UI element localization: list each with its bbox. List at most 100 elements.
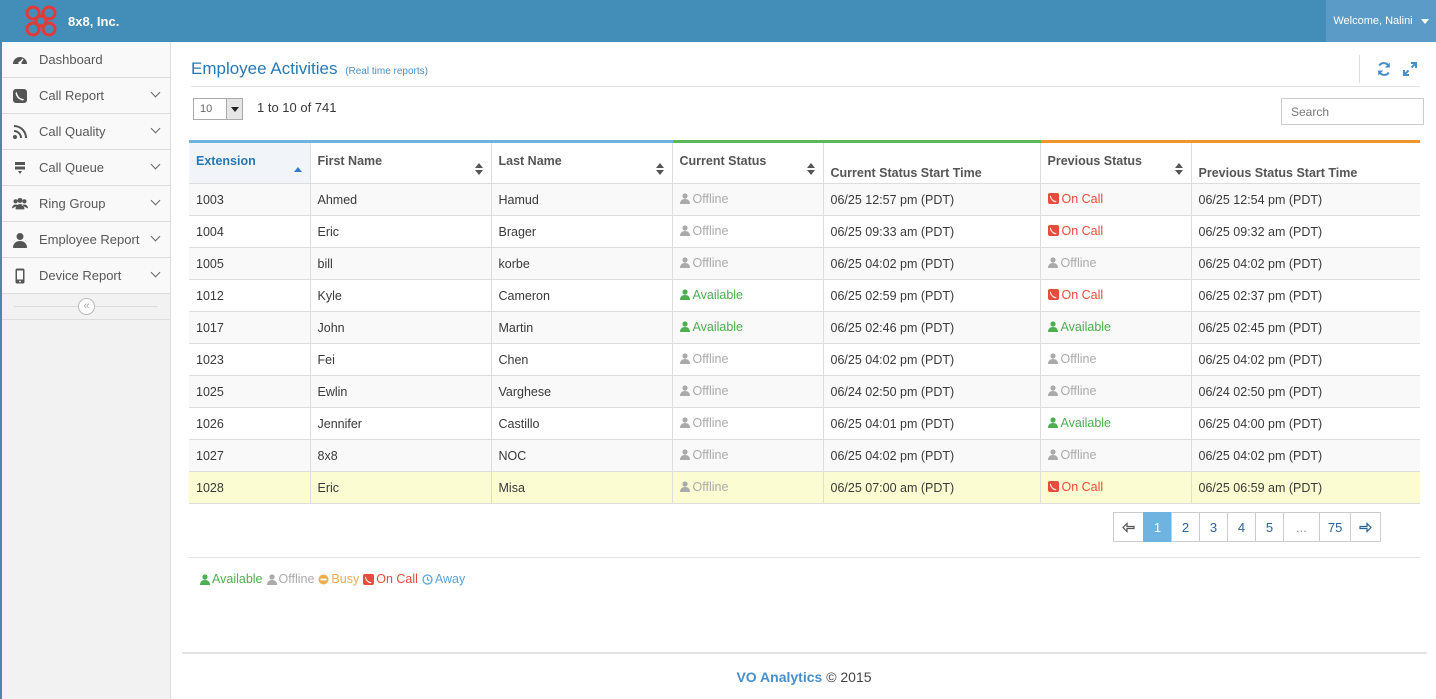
col-previous-status[interactable]: Previous Status [1040,140,1192,184]
status-text: Offline [1060,383,1097,398]
status-text: Offline [692,255,729,270]
sidebar-item-label: Device Report [39,268,122,283]
logo-icon [24,4,58,38]
select-arrow-icon [226,99,242,119]
sidebar-item-label: Call Queue [39,160,105,175]
cell-current-status-start-time: 06/25 04:02 pm (PDT) [823,247,1041,280]
column-header-label: Current Status Start Time [830,166,982,180]
cell-current-status: Offline [672,375,824,408]
status-text: On Call [1061,287,1104,302]
status-text: Offline [1060,255,1097,270]
cell-last-name: Chen [491,343,673,376]
chevron-down-icon [150,123,161,134]
status-badge: Offline [1047,255,1097,270]
search-input[interactable] [1281,98,1424,125]
cell-last-name: Varghese [491,375,673,408]
sort-icon [806,163,815,175]
collapse-sidebar-icon[interactable]: « [78,298,95,315]
sidebar-item-ring-group[interactable]: Ring Group [2,186,170,222]
phone-icon [12,88,28,104]
cell-current-status-start-time: 06/25 04:02 pm (PDT) [823,343,1041,376]
oncall-status-icon [1047,481,1062,493]
column-header-label: Previous Status [1047,154,1142,168]
page-5-button[interactable]: 5 [1255,512,1284,542]
sidebar-item-label: Dashboard [39,52,103,67]
table-row[interactable]: 1005 bill korbe Offline 06/25 04:02 pm (PDT)… [189,247,1420,280]
page-length-select[interactable]: 10 [193,98,243,120]
sidebar-item-call-quality[interactable]: Call Quality [2,114,170,150]
cell-extension: 1012 [189,279,311,312]
cell-extension: 1003 [189,183,311,216]
page-4-button[interactable]: 4 [1227,512,1256,542]
footer-copyright: © 2015 [826,669,872,685]
sidebar-item-label: Call Quality [39,124,106,139]
sidebar-item-call-report[interactable]: Call Report [2,78,170,114]
table-row[interactable]: 1004 Eric Brager Offline 06/25 09:33 am (PDT… [189,215,1420,248]
queue-icon [12,160,28,176]
status-text: Offline [692,223,729,238]
status-badge: Offline [679,223,729,238]
status-badge: Offline [1047,383,1097,398]
cell-previous-status: Offline [1040,247,1192,280]
main-content: Employee Activities (Real time reports) … [172,42,1436,699]
column-header-label: Previous Status Start Time [1198,166,1358,180]
cell-extension: 1026 [189,407,311,440]
col-extension[interactable]: Extension [189,140,311,184]
table-row[interactable]: 1003 Ahmed Hamud Offline 06/25 12:57 pm (PDT… [189,183,1420,216]
user-menu[interactable]: Welcome, Nalini [1326,0,1436,42]
sidebar-item-dashboard[interactable]: Dashboard [2,42,170,78]
sort-icon [655,163,664,175]
legend-label: Busy [331,572,360,586]
sidebar-item-label: Employee Report [39,232,140,247]
col-first-name[interactable]: First Name [310,140,492,184]
welcome-text: Welcome, Nalini [1333,15,1413,27]
sidebar-item-device-report[interactable]: Device Report [2,258,170,294]
status-text: Available [692,319,744,334]
column-header-label: First Name [317,154,383,168]
footer-product: VO Analytics [736,669,823,685]
status-badge: On Call [1047,223,1104,238]
page-3-button[interactable]: 3 [1199,512,1228,542]
page-2-button[interactable]: 2 [1171,512,1200,542]
status-badge: Offline [679,352,728,366]
col-current-status[interactable]: Current Status [672,140,824,184]
table-row[interactable]: 1012 Kyle Cameron Available 06/25 02:59 pm (… [189,279,1420,312]
col-last-name[interactable]: Last Name [491,140,673,184]
fullscreen-icon[interactable] [1400,59,1420,79]
sidebar-item-call-queue[interactable]: Call Queue [2,150,170,186]
header-tools [1359,55,1420,83]
status-badge: Offline [1047,448,1096,462]
footer: VO Analytics © 2015 [172,669,1436,685]
next-page-icon[interactable] [1350,512,1382,542]
table-row[interactable]: 1028 Eric Misa Offline 06/25 07:00 am (PDT) O… [189,471,1420,504]
cell-current-status-start-time: 06/25 02:46 pm (PDT) [823,311,1041,344]
table-header-row: Extension First Name Last Name Current S… [189,140,1420,184]
cell-previous-status-start-time: 06/25 04:02 pm (PDT) [1191,439,1420,472]
page-75-button[interactable]: 75 [1318,512,1352,542]
refresh-icon[interactable] [1374,59,1394,79]
cell-extension: 1023 [189,343,311,376]
table-row[interactable]: 1027 8x8 NOC Offline 06/25 04:02 pm (PDT) Off… [189,439,1420,472]
cell-previous-status-start-time: 06/25 12:54 pm (PDT) [1191,183,1420,216]
divider [189,557,1420,558]
table-row[interactable]: 1017 John Martin Available 06/25 02:46 pm (P… [189,311,1420,344]
status-badge: Offline [679,255,729,270]
status-text: Offline [692,383,729,398]
cell-current-status: Offline [672,247,824,280]
offline-status-icon [266,573,279,585]
page-subtitle: (Real time reports) [345,66,428,77]
table-row[interactable]: 1023 Fei Chen Offline 06/25 04:02 pm (PDT) Of… [189,343,1420,376]
cell-current-status-start-time: 06/25 09:33 am (PDT) [823,215,1041,248]
status-text: On Call [1061,223,1104,238]
cell-extension: 1004 [189,215,311,248]
table-row[interactable]: 1025 Ewlin Varghese Offline 06/24 02:50 pm (… [189,375,1420,408]
oncall-status-icon [363,573,376,585]
status-text: Offline [692,191,729,206]
cell-current-status: Available [672,279,824,312]
table-row[interactable]: 1026 Jennifer Castillo Offline 06/25 04:01 p… [189,407,1420,440]
brand[interactable]: 8x8, Inc. [24,4,119,38]
sidebar-item-employee-report[interactable]: Employee Report [2,222,170,258]
page-1-button[interactable]: 1 [1143,512,1172,542]
prev-page-icon[interactable] [1113,512,1144,542]
oncall-status-icon [1047,225,1062,237]
